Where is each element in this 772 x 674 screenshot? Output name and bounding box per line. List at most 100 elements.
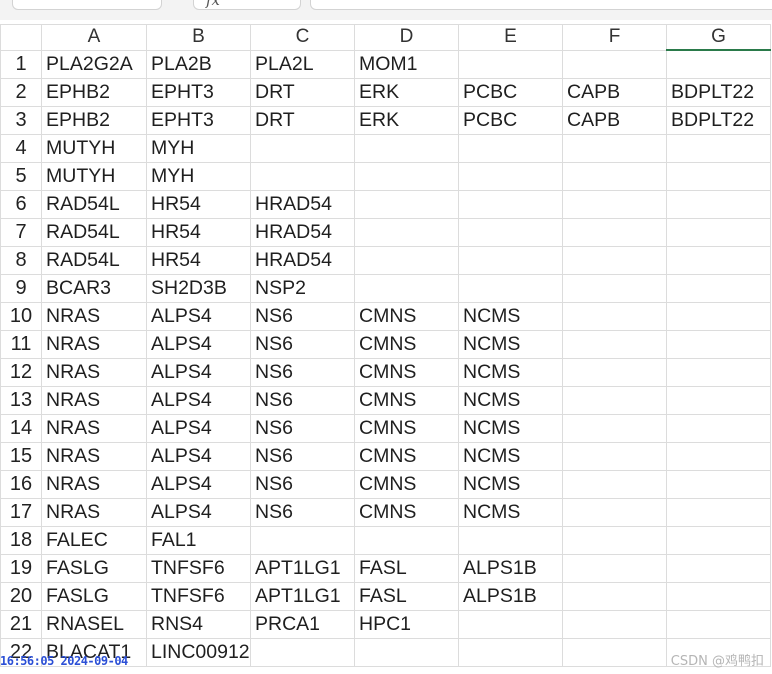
grid-cell-d5[interactable]	[354, 162, 459, 191]
grid-cell-e22[interactable]	[458, 638, 563, 667]
grid-cell-c5[interactable]	[250, 162, 355, 191]
grid-cell-b7[interactable]: HR54	[146, 218, 251, 247]
grid-cell-a9[interactable]: BCAR3	[41, 274, 147, 303]
grid-cell-a2[interactable]: EPHB2	[41, 78, 147, 107]
grid-cell-e7[interactable]	[458, 218, 563, 247]
grid-cell-d18[interactable]	[354, 526, 459, 555]
row-header[interactable]: 19	[0, 554, 42, 583]
grid-cell-g19[interactable]	[666, 554, 771, 583]
row-header[interactable]: 12	[0, 358, 42, 387]
grid-cell-b1[interactable]: PLA2B	[146, 49, 251, 79]
grid-cell-d15[interactable]: CMNS	[354, 442, 459, 471]
grid-cell-b14[interactable]: ALPS4	[146, 414, 251, 443]
grid-cell-g3[interactable]: BDPLT22	[666, 106, 771, 135]
row-header[interactable]: 21	[0, 610, 42, 639]
row-header[interactable]: 7	[0, 218, 42, 247]
grid-cell-d19[interactable]: FASL	[354, 554, 459, 583]
grid-cell-e19[interactable]: ALPS1B	[458, 554, 563, 583]
grid-cell-g1[interactable]	[666, 49, 771, 79]
grid-cell-c18[interactable]	[250, 526, 355, 555]
select-all-corner[interactable]	[0, 24, 42, 51]
grid-cell-b18[interactable]: FAL1	[146, 526, 251, 555]
grid-cell-d22[interactable]	[354, 638, 459, 667]
grid-cell-e4[interactable]	[458, 134, 563, 163]
grid-cell-c16[interactable]: NS6	[250, 470, 355, 499]
grid-cell-a3[interactable]: EPHB2	[41, 106, 147, 135]
grid-cell-e20[interactable]: ALPS1B	[458, 582, 563, 611]
grid-cell-g5[interactable]	[666, 162, 771, 191]
grid-cell-d6[interactable]	[354, 190, 459, 219]
row-header[interactable]: 11	[0, 330, 42, 359]
grid-cell-e10[interactable]: NCMS	[458, 302, 563, 331]
grid-cell-f5[interactable]	[562, 162, 667, 191]
grid-cell-f22[interactable]	[562, 638, 667, 667]
grid-cell-f15[interactable]	[562, 442, 667, 471]
grid-cell-e21[interactable]	[458, 610, 563, 639]
row-header[interactable]: 2	[0, 78, 42, 107]
grid-cell-a5[interactable]: MUTYH	[41, 162, 147, 191]
grid-cell-a20[interactable]: FASLG	[41, 582, 147, 611]
grid-cell-c11[interactable]: NS6	[250, 330, 355, 359]
column-header-d[interactable]: D	[354, 24, 459, 51]
row-header[interactable]: 18	[0, 526, 42, 555]
grid-cell-c8[interactable]: HRAD54	[250, 246, 355, 275]
grid-cell-f1[interactable]	[562, 49, 667, 79]
grid-cell-c20[interactable]: APT1LG1	[250, 582, 355, 611]
grid-cell-c12[interactable]: NS6	[250, 358, 355, 387]
grid-cell-b10[interactable]: ALPS4	[146, 302, 251, 331]
grid-cell-g14[interactable]	[666, 414, 771, 443]
grid-cell-a19[interactable]: FASLG	[41, 554, 147, 583]
column-header-g[interactable]: G	[666, 24, 771, 51]
grid-cell-g17[interactable]	[666, 498, 771, 527]
row-header[interactable]: 6	[0, 190, 42, 219]
grid-cell-g21[interactable]	[666, 610, 771, 639]
column-header-e[interactable]: E	[458, 24, 563, 51]
grid-cell-d11[interactable]: CMNS	[354, 330, 459, 359]
grid-cell-g10[interactable]	[666, 302, 771, 331]
grid-cell-a15[interactable]: NRAS	[41, 442, 147, 471]
grid-cell-e12[interactable]: NCMS	[458, 358, 563, 387]
grid-cell-f3[interactable]: CAPB	[562, 106, 667, 135]
grid-cell-c4[interactable]	[250, 134, 355, 163]
grid-cell-d4[interactable]	[354, 134, 459, 163]
grid-cell-b16[interactable]: ALPS4	[146, 470, 251, 499]
grid-cell-c13[interactable]: NS6	[250, 386, 355, 415]
grid-cell-f16[interactable]	[562, 470, 667, 499]
grid-cell-e8[interactable]	[458, 246, 563, 275]
grid-cell-f11[interactable]	[562, 330, 667, 359]
grid-cell-b5[interactable]: MYH	[146, 162, 251, 191]
grid-cell-f19[interactable]	[562, 554, 667, 583]
grid-cell-d13[interactable]: CMNS	[354, 386, 459, 415]
grid-cell-g15[interactable]	[666, 442, 771, 471]
grid-cell-c15[interactable]: NS6	[250, 442, 355, 471]
grid-cell-g13[interactable]	[666, 386, 771, 415]
grid-cell-f6[interactable]	[562, 190, 667, 219]
row-header[interactable]: 9	[0, 274, 42, 303]
name-box[interactable]	[12, 0, 162, 10]
grid-cell-e13[interactable]: NCMS	[458, 386, 563, 415]
grid-cell-g20[interactable]	[666, 582, 771, 611]
grid-cell-b8[interactable]: HR54	[146, 246, 251, 275]
grid-cell-d3[interactable]: ERK	[354, 106, 459, 135]
grid-cell-f2[interactable]: CAPB	[562, 78, 667, 107]
formula-bar-input[interactable]	[310, 0, 772, 10]
grid-cell-d2[interactable]: ERK	[354, 78, 459, 107]
grid-cell-f20[interactable]	[562, 582, 667, 611]
grid-cell-e3[interactable]: PCBC	[458, 106, 563, 135]
grid-cell-d10[interactable]: CMNS	[354, 302, 459, 331]
row-header[interactable]: 4	[0, 134, 42, 163]
row-header[interactable]: 10	[0, 302, 42, 331]
grid-cell-b19[interactable]: TNFSF6	[146, 554, 251, 583]
grid-cell-a13[interactable]: NRAS	[41, 386, 147, 415]
grid-cell-c3[interactable]: DRT	[250, 106, 355, 135]
grid-cell-c19[interactable]: APT1LG1	[250, 554, 355, 583]
grid-cell-f7[interactable]	[562, 218, 667, 247]
grid-cell-c6[interactable]: HRAD54	[250, 190, 355, 219]
grid-cell-c2[interactable]: DRT	[250, 78, 355, 107]
grid-cell-d8[interactable]	[354, 246, 459, 275]
function-button[interactable]: fx	[193, 0, 301, 10]
grid-cell-c14[interactable]: NS6	[250, 414, 355, 443]
grid-cell-g12[interactable]	[666, 358, 771, 387]
grid-cell-b21[interactable]: RNS4	[146, 610, 251, 639]
grid-cell-b12[interactable]: ALPS4	[146, 358, 251, 387]
